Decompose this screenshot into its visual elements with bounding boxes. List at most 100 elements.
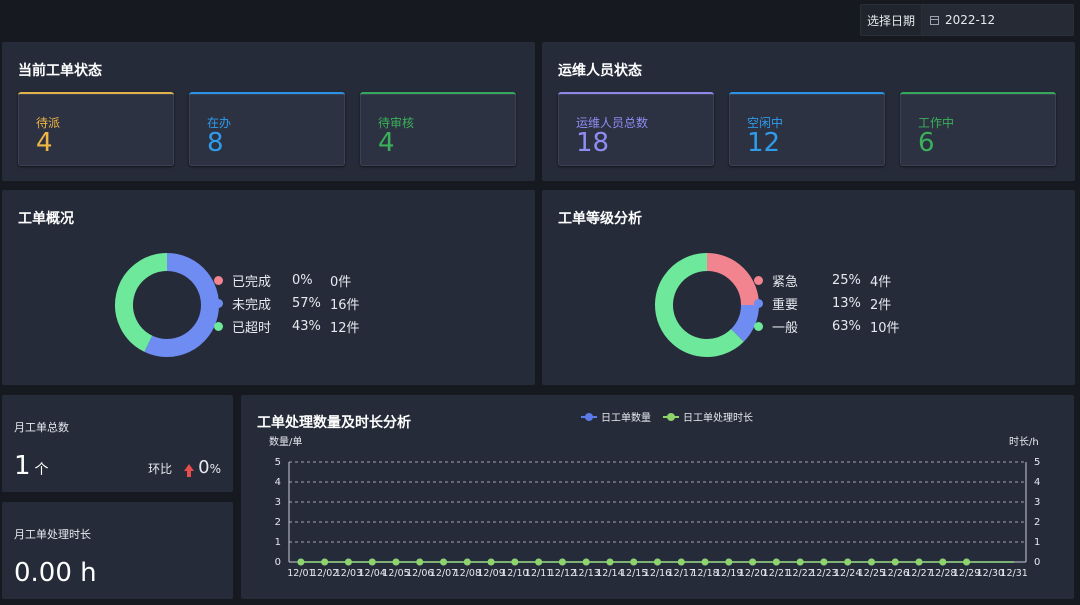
calendar-icon xyxy=(930,15,940,25)
data-point xyxy=(440,558,448,566)
ratio-value: 0 xyxy=(198,457,210,478)
panel-title: 运维人员状态 xyxy=(558,63,642,79)
level-legend-item[interactable]: 一般 63% 10件 xyxy=(754,316,900,336)
legend-dot xyxy=(754,275,763,285)
top-bar: 选择日期 2022-12 xyxy=(0,0,1080,40)
staff-status-card[interactable]: 工作中 6 xyxy=(900,92,1056,166)
work-order-status-panel: 当前工单状态 待派 4 在办 8 待审核 4 xyxy=(2,42,535,181)
data-point xyxy=(630,558,638,566)
data-point xyxy=(463,558,471,566)
legend-dot xyxy=(214,298,223,308)
legend-count: 12件 xyxy=(330,320,360,336)
monthly-total-unit: 个 xyxy=(34,462,49,478)
y-axis-left-label: 数量/单 xyxy=(269,435,302,448)
monthly-duration-title: 月工单处理时长 xyxy=(14,528,91,541)
overview-legend-item[interactable]: 已完成 0% 0件 xyxy=(214,270,351,290)
data-point xyxy=(796,558,804,566)
level-panel: 工单等级分析 紧急 25% 4件 重要 13% 2件 一般 63% 10件 xyxy=(542,190,1075,385)
data-point xyxy=(701,558,709,566)
stat-value: 4 xyxy=(36,128,53,158)
panel-title: 当前工单状态 xyxy=(18,63,102,79)
donut-slice[interactable] xyxy=(115,253,168,352)
data-point xyxy=(321,558,329,566)
panel-title: 工单概况 xyxy=(18,211,74,227)
ratio: 环比 0 % xyxy=(148,457,221,478)
stat-value: 6 xyxy=(918,128,935,158)
legend-dot xyxy=(214,321,223,331)
line-chart: 数量/单 时长/h0 01 12 23 34 45 512/0112/0212/0312/04… xyxy=(269,435,1040,579)
data-point xyxy=(820,558,828,566)
legend-percent: 57% xyxy=(292,295,321,311)
data-point xyxy=(606,558,614,566)
date-picker-label: 选择日期 xyxy=(861,5,923,35)
y-tick-right: 5 xyxy=(1034,457,1040,468)
legend-count: 0件 xyxy=(330,274,352,290)
y-tick-right: 4 xyxy=(1034,477,1040,488)
data-point xyxy=(677,558,685,566)
data-point xyxy=(915,558,923,566)
legend-name: 重要 xyxy=(772,297,799,313)
donut-slice[interactable] xyxy=(730,304,759,342)
monthly-total-value: 1个 xyxy=(14,451,49,481)
stat-value: 18 xyxy=(576,128,610,158)
data-point xyxy=(844,558,852,566)
y-tick-right: 3 xyxy=(1034,497,1040,508)
legend-name: 已超时 xyxy=(232,320,272,336)
data-point xyxy=(297,558,305,566)
legend-percent: 13% xyxy=(832,295,861,311)
y-tick-left: 4 xyxy=(275,477,281,488)
y-tick-left: 3 xyxy=(275,497,281,508)
legend-count: 4件 xyxy=(870,274,892,290)
data-point xyxy=(368,558,376,566)
legend-dot xyxy=(754,321,763,331)
panel-title: 工单等级分析 xyxy=(558,211,642,227)
staff-status-card[interactable]: 运维人员总数 18 xyxy=(558,92,714,166)
y-tick-right: 2 xyxy=(1034,517,1040,528)
work-order-status-card[interactable]: 在办 8 xyxy=(189,92,345,166)
legend-dot xyxy=(754,298,763,308)
legend-count: 2件 xyxy=(870,297,892,313)
data-point xyxy=(725,558,733,566)
overview-panel: 工单概况 已完成 0% 0件 未完成 57% 16件已超时 43% 12件 xyxy=(2,190,535,385)
work-order-status-card[interactable]: 待派 4 xyxy=(18,92,174,166)
donut-slice[interactable] xyxy=(706,253,759,306)
work-order-status-card[interactable]: 待审核 4 xyxy=(360,92,516,166)
legend-percent: 63% xyxy=(832,318,861,334)
donut-slice[interactable] xyxy=(144,253,219,357)
staff-status-panel: 运维人员状态 运维人员总数 18 空闲中 12 工作中 6 xyxy=(542,42,1075,181)
data-point xyxy=(416,558,424,566)
staff-status-card[interactable]: 空闲中 12 xyxy=(729,92,885,166)
stat-value: 4 xyxy=(378,128,395,158)
legend-percent: 43% xyxy=(292,318,321,334)
data-point xyxy=(511,558,519,566)
date-value-text: 2022-12 xyxy=(945,13,996,27)
data-point xyxy=(582,558,590,566)
y-tick-left: 1 xyxy=(275,537,281,548)
overview-legend-item[interactable]: 未完成 57% 16件 xyxy=(214,293,360,313)
y-axis-right-label: 时长/h xyxy=(1009,436,1039,448)
legend-name: 已完成 xyxy=(232,274,272,290)
date-picker[interactable]: 选择日期 2022-12 xyxy=(860,4,1074,36)
legend-percent: 25% xyxy=(832,272,861,288)
data-point xyxy=(392,558,400,566)
data-point xyxy=(654,558,661,566)
y-tick-left: 2 xyxy=(275,517,281,528)
y-tick-right: 1 xyxy=(1034,537,1040,548)
level-legend-item[interactable]: 紧急 25% 4件 xyxy=(754,270,891,290)
monthly-total-title: 月工单总数 xyxy=(14,421,69,434)
overview-legend-item[interactable]: 已超时 43% 12件 xyxy=(214,316,360,336)
data-point xyxy=(535,558,543,566)
trend-chart-panel: 工单处理数量及时长分析 日工单数量 日工单处理时长 数量/单 时长/h 0 0 1 1 2 2… xyxy=(241,395,1074,599)
monthly-duration-value: 0.00 h xyxy=(14,558,97,588)
monthly-total-number: 1 xyxy=(14,451,31,481)
legend-name: 一般 xyxy=(772,320,799,336)
stat-value: 8 xyxy=(207,128,224,158)
data-point xyxy=(558,558,566,566)
legend-name: 紧急 xyxy=(772,274,799,290)
monthly-total-panel: 月工单总数 1个 环比 0 % xyxy=(2,395,233,492)
arrow-up-icon xyxy=(184,464,195,477)
date-picker-value[interactable]: 2022-12 xyxy=(922,5,1073,35)
data-point xyxy=(867,558,875,566)
level-legend-item[interactable]: 重要 13% 2件 xyxy=(754,293,891,313)
y-tick-right: 0 xyxy=(1034,557,1040,568)
